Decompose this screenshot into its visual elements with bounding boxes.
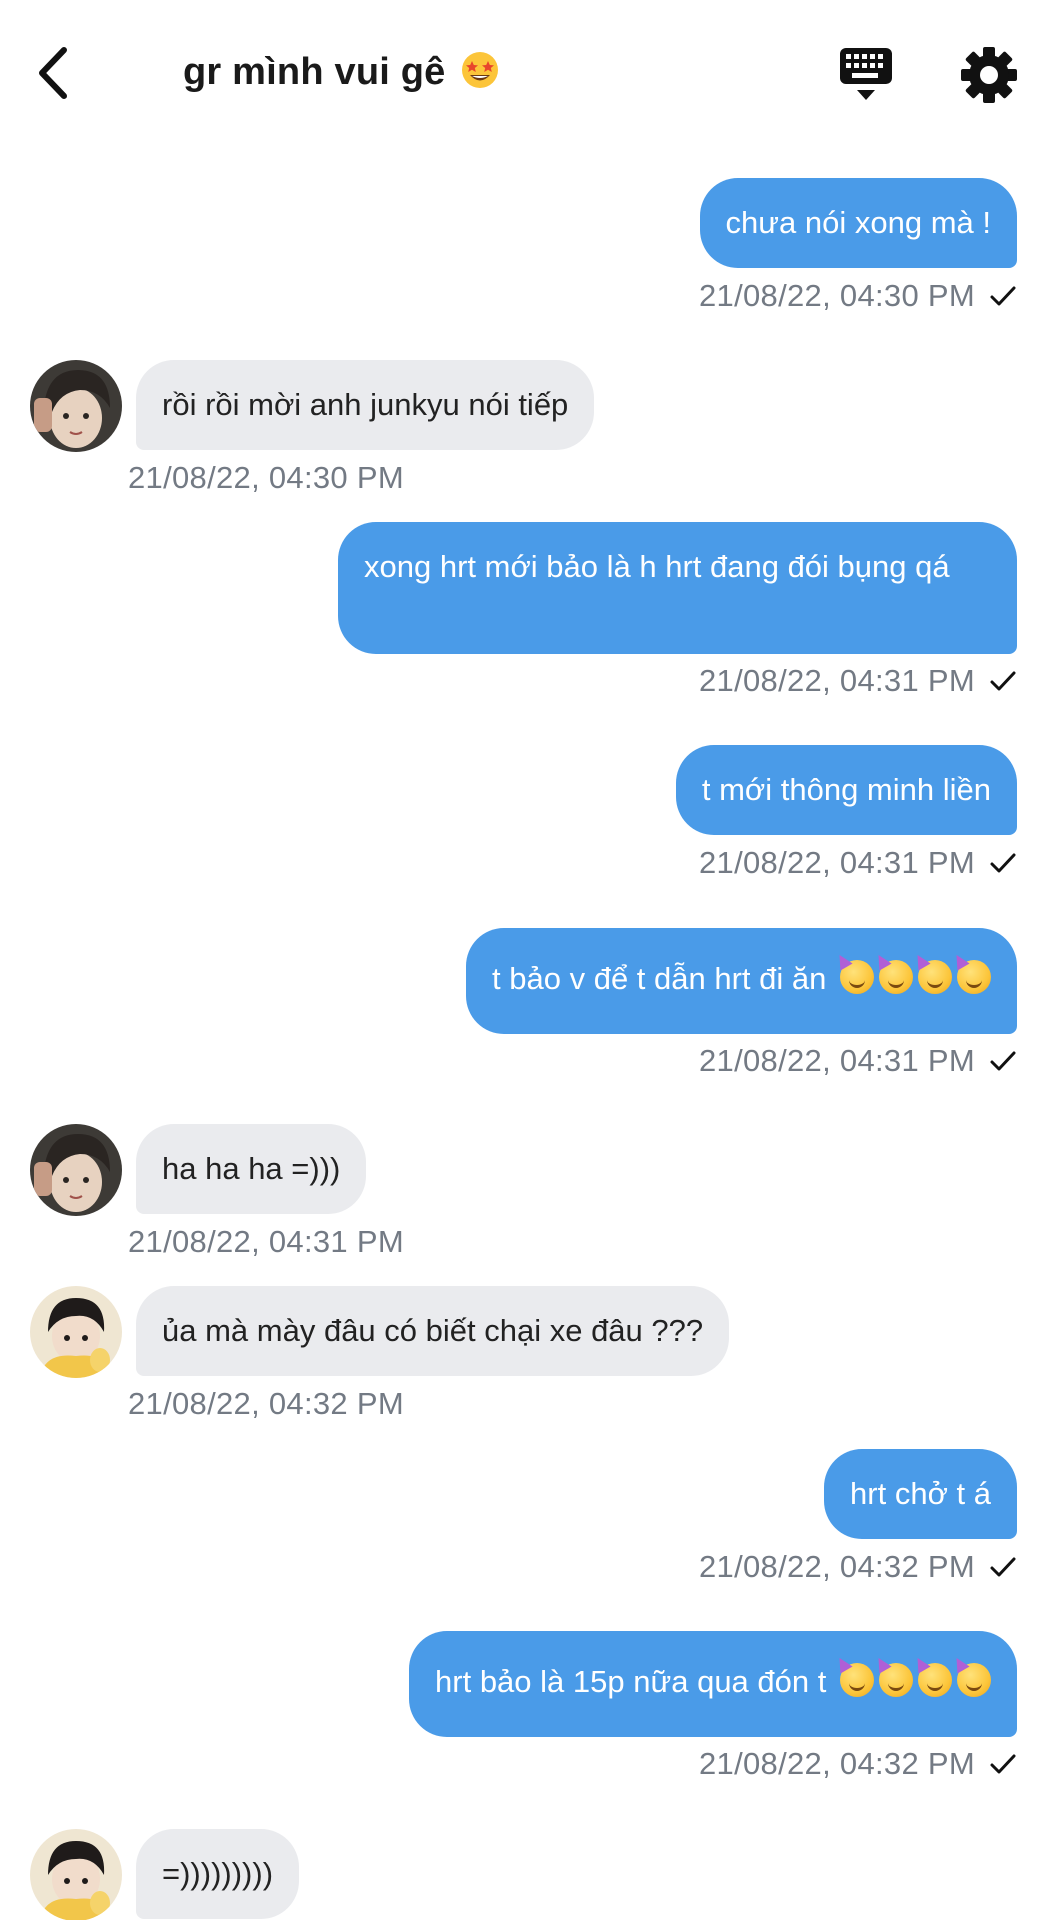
checkmark-icon: [990, 1754, 1016, 1774]
gear-icon: [961, 47, 1017, 103]
partying-face-emoji-icon: [957, 960, 991, 994]
message-text: xong hrt mới bảo là h hrt đang đói bụng …: [364, 549, 950, 584]
message-text: chưa nói xong mà !: [725, 205, 991, 240]
message-bubble[interactable]: rồi rồi mời anh junkyu nói tiếp: [136, 360, 595, 450]
partying-face-emoji-icon: [879, 960, 913, 994]
chat-header: gr mình vui gê: [0, 0, 1048, 145]
star-struck-emoji-icon: [462, 52, 499, 88]
settings-button[interactable]: [958, 44, 1020, 106]
partying-face-emoji-icon: [918, 960, 952, 994]
message-bubble[interactable]: ha ha ha =))): [136, 1124, 367, 1214]
message-bubble[interactable]: t mới thông minh liền: [675, 745, 1017, 835]
avatar[interactable]: [30, 1286, 122, 1378]
avatar[interactable]: [30, 360, 122, 452]
message-timestamp: 21/08/22, 04:31 PM: [699, 1043, 975, 1078]
message-text: hrt chở t á: [850, 1476, 991, 1511]
back-button[interactable]: [30, 38, 80, 108]
keyboard-button[interactable]: [836, 44, 896, 104]
message-bubble[interactable]: =))))))))): [136, 1829, 300, 1919]
message-timestamp: 21/08/22, 04:32 PM: [699, 1549, 975, 1584]
user-avatar-photo: [30, 1124, 122, 1216]
user-avatar-photo: [30, 360, 122, 452]
message-timestamp: 21/08/22, 04:30 PM: [699, 278, 975, 313]
partying-face-emoji-icon: [918, 1663, 952, 1697]
keyboard-hide-icon: [840, 48, 892, 100]
checkmark-icon: [990, 671, 1016, 691]
message-text: ủa mà mày đâu có biết chại xe đâu ???: [162, 1313, 704, 1348]
message-bubble[interactable]: xong hrt mới bảo là h hrt đang đói bụng …: [338, 522, 1017, 654]
message-meta: 21/08/22, 04:31 PM: [699, 663, 1017, 699]
message-meta: 21/08/22, 04:30 PM: [699, 278, 1017, 314]
checkmark-icon: [990, 286, 1016, 306]
message-text: ha ha ha =))): [162, 1151, 341, 1186]
avatar[interactable]: [30, 1124, 122, 1216]
message-bubble[interactable]: t bảo v để t dẫn hrt đi ăn: [466, 928, 1017, 1034]
partying-face-emoji-icon: [840, 960, 874, 994]
checkmark-icon: [990, 853, 1016, 873]
message-meta: 21/08/22, 04:32 PM: [699, 1746, 1017, 1782]
user-avatar-photo: [30, 1829, 122, 1920]
message-text: t bảo v để t dẫn hrt đi ăn: [492, 961, 827, 996]
partying-face-emoji-icon: [957, 1663, 991, 1697]
partying-face-emoji-icon: [879, 1663, 913, 1697]
message-timestamp: 21/08/22, 04:32 PM: [128, 1386, 404, 1421]
message-text: t mới thông minh liền: [701, 772, 991, 807]
message-text: =))))))))): [162, 1856, 274, 1891]
avatar[interactable]: [30, 1829, 122, 1920]
message-meta: 21/08/22, 04:31 PM: [699, 845, 1017, 881]
user-avatar-photo: [30, 1286, 122, 1378]
message-timestamp: 21/08/22, 04:31 PM: [699, 663, 975, 698]
message-timestamp: 21/08/22, 04:31 PM: [128, 1224, 404, 1259]
chat-title-text: gr mình vui gê: [183, 51, 446, 93]
message-meta: 21/08/22, 04:31 PM: [699, 1043, 1017, 1079]
checkmark-icon: [990, 1051, 1016, 1071]
message-meta: 21/08/22, 04:32 PM: [699, 1549, 1017, 1585]
chat-screen: gr mình vui gê chưa nói xong mà ! 21/08/…: [0, 0, 1048, 1920]
chevron-left-icon: [39, 47, 67, 99]
message-bubble[interactable]: hrt bảo là 15p nữa qua đón t: [409, 1631, 1017, 1737]
message-timestamp: 21/08/22, 04:31 PM: [699, 845, 975, 880]
message-text: rồi rồi mời anh junkyu nói tiếp: [162, 387, 569, 422]
checkmark-icon: [990, 1557, 1016, 1577]
chat-title: gr mình vui gê: [183, 50, 500, 94]
partying-face-emoji-icon: [840, 1663, 874, 1697]
message-timestamp: 21/08/22, 04:30 PM: [128, 460, 404, 495]
message-bubble[interactable]: hrt chở t á: [824, 1449, 1017, 1539]
message-bubble[interactable]: ủa mà mày đâu có biết chại xe đâu ???: [136, 1286, 730, 1376]
message-bubble[interactable]: chưa nói xong mà !: [699, 178, 1017, 268]
message-timestamp: 21/08/22, 04:32 PM: [699, 1746, 975, 1781]
message-text: hrt bảo là 15p nữa qua đón t: [435, 1664, 827, 1699]
